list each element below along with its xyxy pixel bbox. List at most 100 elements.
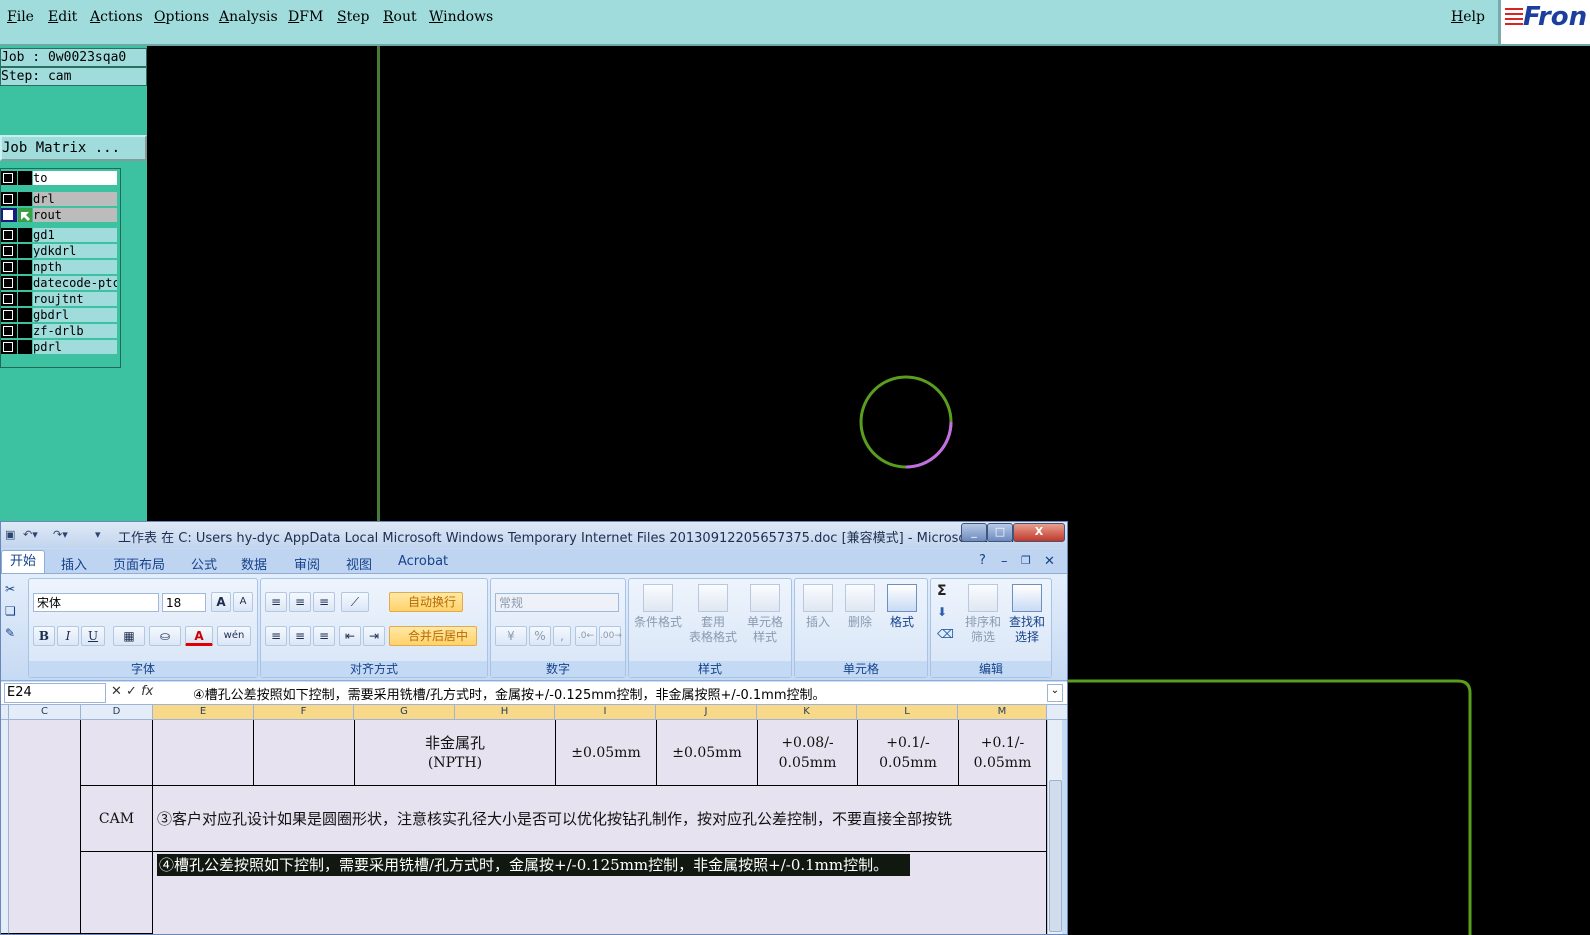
bold-button[interactable]: B (33, 626, 55, 646)
conditional-format-button[interactable]: 条件格式 (631, 584, 685, 630)
drill-hole-circle[interactable] (858, 373, 958, 473)
wrap-text-button[interactable]: 自动换行 (389, 592, 463, 612)
cell-cam[interactable]: CAM (81, 786, 153, 852)
cell-f-row1[interactable] (254, 720, 355, 786)
cell-note-4-selected[interactable]: ④槽孔公差按照如下控制，需要采用铣槽/孔方式时，金属按+/-0.125mm控制，… (153, 852, 1047, 934)
ribbon-min-icon[interactable]: – (1001, 554, 1008, 569)
col-i[interactable]: I (555, 705, 656, 719)
format-painter-icon[interactable]: ✎ (5, 626, 15, 640)
vertical-scrollbar[interactable] (1047, 720, 1062, 934)
menu-actions[interactable]: Actions (90, 9, 143, 25)
tab-page-layout[interactable]: 页面布局 (113, 554, 165, 573)
align-right-button[interactable]: ≡ (313, 626, 335, 646)
menu-analysis[interactable]: Analysis (219, 9, 278, 25)
tab-acrobat[interactable]: Acrobat (398, 554, 448, 569)
decrease-indent-button[interactable]: ⇤ (339, 626, 361, 646)
menu-file[interactable]: File (7, 9, 34, 25)
align-center-button[interactable]: ≡ (289, 626, 311, 646)
fill-down-icon[interactable]: ⬇ (937, 605, 947, 619)
cell-c[interactable] (9, 720, 81, 934)
accounting-button[interactable]: ¥ (495, 626, 527, 646)
align-left-button[interactable]: ≡ (265, 626, 287, 646)
cell-l-tolerance[interactable]: +0.1/- 0.05mm (858, 720, 959, 786)
layer-row[interactable]: gd1 (1, 228, 119, 242)
ribbon-close-icon[interactable]: ✕ (1044, 554, 1055, 569)
tab-data[interactable]: 数据 (241, 554, 267, 573)
customize-qat-icon[interactable]: ▾ (95, 528, 101, 541)
align-bottom-button[interactable]: ≡ (313, 592, 335, 612)
tab-review[interactable]: 审阅 (294, 554, 320, 573)
tab-insert[interactable]: 插入 (61, 554, 87, 573)
col-j[interactable]: J (656, 705, 757, 719)
italic-button[interactable]: I (57, 626, 79, 646)
cell-d-row3[interactable] (81, 852, 153, 934)
cancel-icon[interactable]: ✕ (111, 684, 122, 699)
menu-windows[interactable]: Windows (429, 9, 493, 25)
col-k[interactable]: K (757, 705, 857, 719)
enter-icon[interactable]: ✓ (126, 684, 137, 699)
checkbox-icon[interactable] (3, 173, 13, 183)
job-matrix-button[interactable]: Job Matrix ... (0, 135, 147, 161)
format-cells-button[interactable]: 格式 (881, 584, 923, 630)
align-middle-button[interactable]: ≡ (289, 592, 311, 612)
layer-row[interactable]: zf-drlb (1, 324, 119, 338)
increase-indent-button[interactable]: ⇥ (363, 626, 385, 646)
decrease-decimal-button[interactable]: .00→ (599, 626, 622, 646)
checkbox-icon[interactable] (3, 262, 13, 272)
menu-edit[interactable]: Edit (48, 9, 77, 25)
copy-icon[interactable]: ❏ (5, 604, 16, 618)
col-g[interactable]: G (354, 705, 455, 719)
cell-e-row1[interactable] (153, 720, 254, 786)
cell-styles-button[interactable]: 单元格 样式 (741, 584, 789, 645)
comma-button[interactable]: , (553, 626, 571, 646)
layer-row[interactable]: to (1, 171, 119, 185)
checkbox-icon[interactable] (3, 294, 13, 304)
help-icon[interactable]: ? (979, 553, 986, 568)
expand-formula-icon[interactable]: ⌄ (1047, 684, 1063, 702)
layer-row[interactable]: datecode-ptc (1, 276, 119, 290)
cut-icon[interactable]: ✂ (5, 582, 15, 596)
cell-k-tolerance[interactable]: +0.08/- 0.05mm (758, 720, 858, 786)
menu-rout[interactable]: Rout (383, 9, 417, 25)
layer-row[interactable]: drl (1, 192, 119, 206)
checkbox-icon[interactable] (3, 278, 13, 288)
grow-font-button[interactable]: A (211, 592, 231, 612)
cell-j-tolerance[interactable]: ±0.05mm (657, 720, 758, 786)
number-format-select[interactable]: 常规 (495, 593, 619, 612)
fx-icon[interactable]: fx (141, 684, 153, 699)
cell-i-tolerance[interactable]: ±0.05mm (556, 720, 657, 786)
layer-row[interactable]: ydkdrl (1, 244, 119, 258)
insert-cells-button[interactable]: 插入 (797, 584, 839, 630)
checkbox-icon[interactable] (3, 246, 13, 256)
maximize-button[interactable]: □ (987, 523, 1013, 542)
increase-decimal-button[interactable]: .0← (575, 626, 597, 646)
layer-row-active[interactable]: rout (1, 208, 119, 222)
layer-row[interactable]: npth (1, 260, 119, 274)
menu-help[interactable]: Help (1451, 9, 1485, 25)
cell-note-3[interactable]: ③客户对应孔设计如果是圆圈形状，注意核实孔径大小是否可以优化按钻孔制作，按对应孔… (153, 786, 1047, 852)
clear-icon[interactable]: ⌫ (937, 627, 954, 641)
layer-row[interactable]: pdrl (1, 340, 119, 354)
phonetic-button[interactable]: wén (217, 626, 251, 646)
fill-color-button[interactable]: ⛀ (149, 626, 181, 646)
ribbon-restore-icon[interactable]: ❐ (1021, 554, 1031, 567)
table-format-button[interactable]: 套用 表格格式 (683, 584, 743, 645)
cell-npth[interactable]: 非金属孔 (NPTH) (355, 720, 556, 786)
col-e[interactable]: E (153, 705, 254, 719)
orientation-button[interactable]: ⟋ (341, 592, 369, 612)
menu-options[interactable]: Options (154, 9, 209, 25)
align-top-button[interactable]: ≡ (265, 592, 287, 612)
checkbox-icon[interactable] (3, 230, 13, 240)
underline-button[interactable]: U (81, 626, 105, 646)
col-m[interactable]: M (958, 705, 1047, 719)
layer-row[interactable]: roujtnt (1, 292, 119, 306)
menu-dfm[interactable]: DFM (288, 9, 323, 25)
cell-d-row1[interactable] (81, 720, 153, 786)
autosum-button[interactable]: Σ (937, 583, 947, 599)
checkbox-icon[interactable] (3, 342, 13, 352)
checkbox-icon[interactable] (3, 326, 13, 336)
col-c[interactable]: C (9, 705, 81, 719)
shrink-font-button[interactable]: A (233, 592, 253, 612)
tab-home[interactable]: 开始 (1, 550, 45, 574)
border-button[interactable]: ▦ (113, 626, 145, 646)
